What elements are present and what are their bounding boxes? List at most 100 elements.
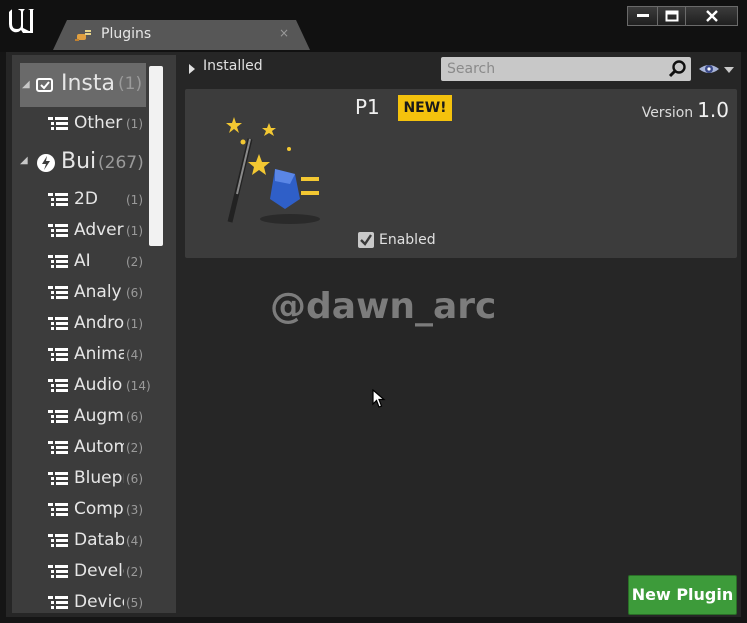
search-icon[interactable] (668, 60, 688, 78)
list-icon (48, 255, 68, 268)
plug-icon (75, 30, 91, 41)
subcategory-item[interactable]: Adver (1) (12, 219, 158, 245)
view-options-eye-icon[interactable] (698, 60, 738, 78)
subcategory-count: (1) (126, 224, 143, 238)
new-badge: NEW! (398, 95, 452, 121)
subcategory-count: (6) (126, 286, 143, 300)
subcategory-label: Bluepr (74, 468, 124, 488)
subcategory-label: Comp (74, 499, 124, 519)
subcategory-label: Audio (74, 375, 123, 395)
subcategory-label: Develo (74, 561, 124, 581)
subcategory-item[interactable]: 2D (1) (12, 188, 158, 214)
subcategory-item[interactable]: Andro (1) (12, 312, 158, 338)
new-plugin-button[interactable]: New Plugin (628, 575, 737, 615)
close-button[interactable] (685, 6, 738, 26)
sidebar-scrollbar[interactable] (149, 66, 163, 246)
subcategory-item[interactable]: Comp (3) (12, 498, 158, 524)
category-label: Bui (61, 149, 95, 174)
list-icon (48, 503, 68, 516)
version-number: 1.0 (697, 98, 729, 122)
category-count: (267) (98, 153, 144, 173)
maximize-button[interactable] (657, 6, 686, 26)
breadcrumb[interactable]: Installed (203, 58, 263, 74)
list-icon (48, 596, 68, 609)
subcategory-item[interactable]: Develo(2) (12, 560, 158, 586)
list-icon (48, 565, 68, 578)
category-label: Insta (61, 71, 115, 96)
list-icon (48, 317, 68, 330)
subcategory-count: (4) (126, 348, 143, 362)
maximize-icon (665, 10, 678, 22)
list-icon (48, 348, 68, 361)
search-input[interactable] (441, 57, 667, 81)
title-bar: Plugins × (0, 0, 747, 52)
subcategory-count: (1) (126, 117, 143, 131)
subcategory-item[interactable]: Analy (6) (12, 281, 158, 307)
subcategory-label: Anima (74, 344, 124, 364)
subcategory-label: Analy (74, 282, 122, 302)
subcategory-count: (2) (126, 255, 143, 269)
category-sidebar: ◢ Insta (1) Other (1) ◢ Bui (267) 2D (1) A… (12, 55, 176, 613)
breadcrumb-arrow-icon[interactable] (189, 64, 195, 74)
subcategory-item[interactable]: Device(5) (12, 591, 158, 613)
list-icon (48, 534, 68, 547)
installed-icon (36, 78, 53, 92)
unreal-engine-logo-icon (9, 9, 34, 33)
plugin-name: P1 (355, 95, 380, 119)
checkmark-icon (360, 234, 372, 246)
subcategory-label: Autom (74, 437, 124, 457)
list-icon (48, 193, 68, 206)
subcategory-label: Augm (74, 406, 124, 426)
mouse-cursor-icon (372, 389, 386, 408)
subcategory-count: (6) (126, 410, 143, 424)
plugin-version: Version 1.0 (642, 98, 729, 122)
category-installed[interactable]: ◢ Insta (1) (20, 63, 146, 107)
subcategory-label: Device (74, 592, 124, 612)
plugin-tile[interactable]: P1 NEW! Version 1.0 Enabled (185, 89, 737, 258)
list-icon (48, 117, 68, 130)
list-icon (48, 472, 68, 485)
list-icon (48, 286, 68, 299)
subcategory-count: (1) (126, 317, 143, 331)
close-icon (705, 10, 718, 22)
subcategory-label: Datab (74, 530, 124, 550)
subcategory-label: Other (74, 113, 123, 133)
search-box (441, 57, 691, 81)
subcategory-label: Andro (74, 313, 124, 333)
subcategory-count: (2) (126, 565, 143, 579)
list-icon (48, 410, 68, 423)
tab-title: Plugins (101, 26, 152, 42)
enabled-label: Enabled (379, 232, 436, 248)
watermark-text: @dawn_arc (270, 286, 497, 327)
subcategory-item[interactable]: AI (2) (12, 250, 158, 276)
subcategory-count: (14) (126, 379, 151, 393)
window-controls (627, 6, 738, 26)
collapse-arrow-icon[interactable]: ◢ (20, 155, 28, 166)
subcategory-count: (2) (126, 441, 143, 455)
enabled-checkbox[interactable] (358, 232, 374, 248)
subcategory-count: (6) (126, 472, 143, 486)
subcategory-label: AI (74, 251, 91, 271)
minimize-icon (636, 14, 649, 17)
minimize-button[interactable] (627, 6, 658, 26)
subcategory-item[interactable]: Autom (2) (12, 436, 158, 462)
subcategory-item[interactable]: Bluepr (6) (12, 467, 158, 493)
category-built-in[interactable]: ◢ Bui (267) (12, 147, 158, 177)
collapse-arrow-icon[interactable]: ◢ (22, 79, 30, 90)
subcategory-count: (5) (126, 596, 143, 610)
built-in-icon (37, 154, 55, 172)
subcategory-label: Adver (74, 220, 124, 240)
subcategory-other[interactable]: Other (1) (12, 112, 158, 138)
subcategory-item[interactable]: Datab (4) (12, 529, 158, 555)
subcategory-count: (1) (126, 193, 143, 207)
version-label: Version (641, 105, 694, 121)
category-count: (1) (118, 74, 143, 94)
subcategory-item[interactable]: Anima (4) (12, 343, 158, 369)
tab-close-button[interactable]: × (279, 26, 289, 40)
subcategory-count: (4) (126, 534, 143, 548)
subcategory-item[interactable]: Augm (6) (12, 405, 158, 431)
list-icon (48, 441, 68, 454)
magic-wand-plugin-icon (226, 117, 320, 224)
subcategory-item[interactable]: Audio (14) (12, 374, 158, 400)
tab-plugins[interactable]: Plugins × (53, 20, 310, 50)
